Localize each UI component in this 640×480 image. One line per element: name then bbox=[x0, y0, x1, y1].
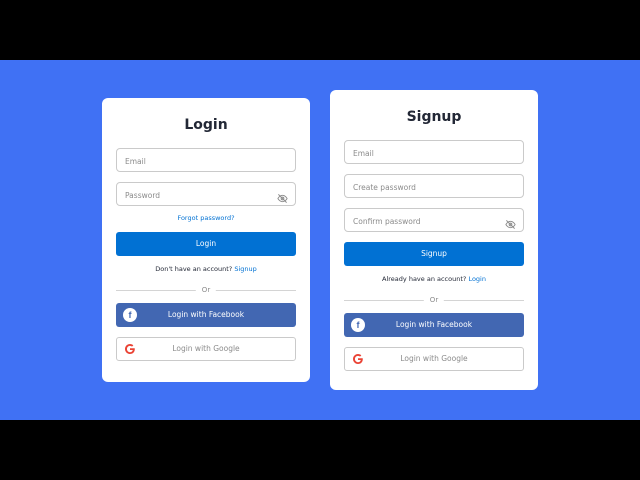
signup-email-input[interactable] bbox=[345, 142, 523, 165]
signup-email-field[interactable] bbox=[344, 140, 524, 165]
create-password-field[interactable] bbox=[344, 174, 524, 199]
divider-or-label: Or bbox=[423, 295, 445, 305]
login-title: Login bbox=[184, 117, 228, 133]
signup-switch-text: Already have an account? Login bbox=[344, 275, 524, 283]
signup-facebook-label: Login with Facebook bbox=[395, 320, 473, 329]
create-password-input[interactable] bbox=[345, 176, 523, 199]
login-facebook-label: Login with Facebook bbox=[167, 310, 245, 319]
login-password-field[interactable] bbox=[116, 182, 296, 207]
signup-switch-prompt: Already have an account? bbox=[382, 275, 467, 283]
signup-card: Signup Signup Already have an account? L… bbox=[330, 90, 538, 390]
signup-facebook-button[interactable]: f Login with Facebook bbox=[344, 313, 524, 337]
signup-title: Signup bbox=[406, 109, 462, 125]
eye-slash-icon[interactable] bbox=[505, 215, 516, 229]
confirm-password-input[interactable] bbox=[345, 210, 523, 233]
login-email-input[interactable] bbox=[117, 150, 295, 173]
google-icon bbox=[353, 354, 363, 364]
login-google-button[interactable]: Login with Google bbox=[116, 337, 296, 361]
signup-button[interactable]: Signup bbox=[344, 242, 524, 266]
login-link[interactable]: Login bbox=[468, 275, 486, 283]
signup-google-label: Login with Google bbox=[400, 354, 468, 363]
login-email-field[interactable] bbox=[116, 148, 296, 173]
signup-divider: Or bbox=[344, 295, 524, 305]
forgot-password-link[interactable]: Forgot password? bbox=[116, 214, 296, 222]
login-switch-prompt: Don't have an account? bbox=[155, 265, 233, 273]
confirm-password-field[interactable] bbox=[344, 208, 524, 233]
facebook-icon: f bbox=[351, 318, 365, 332]
eye-slash-icon[interactable] bbox=[277, 189, 288, 203]
divider-or-label: Or bbox=[195, 285, 217, 295]
page-background: Login Forgot password? Login Don't have … bbox=[0, 60, 640, 420]
login-switch-text: Don't have an account? Signup bbox=[116, 265, 296, 273]
login-divider: Or bbox=[116, 285, 296, 295]
signup-link[interactable]: Signup bbox=[234, 265, 256, 273]
google-icon bbox=[125, 344, 135, 354]
login-button[interactable]: Login bbox=[116, 232, 296, 256]
facebook-icon: f bbox=[123, 308, 137, 322]
login-password-input[interactable] bbox=[117, 184, 295, 207]
login-google-label: Login with Google bbox=[172, 344, 240, 353]
signup-google-button[interactable]: Login with Google bbox=[344, 347, 524, 371]
login-facebook-button[interactable]: f Login with Facebook bbox=[116, 303, 296, 327]
login-card: Login Forgot password? Login Don't have … bbox=[102, 98, 310, 382]
